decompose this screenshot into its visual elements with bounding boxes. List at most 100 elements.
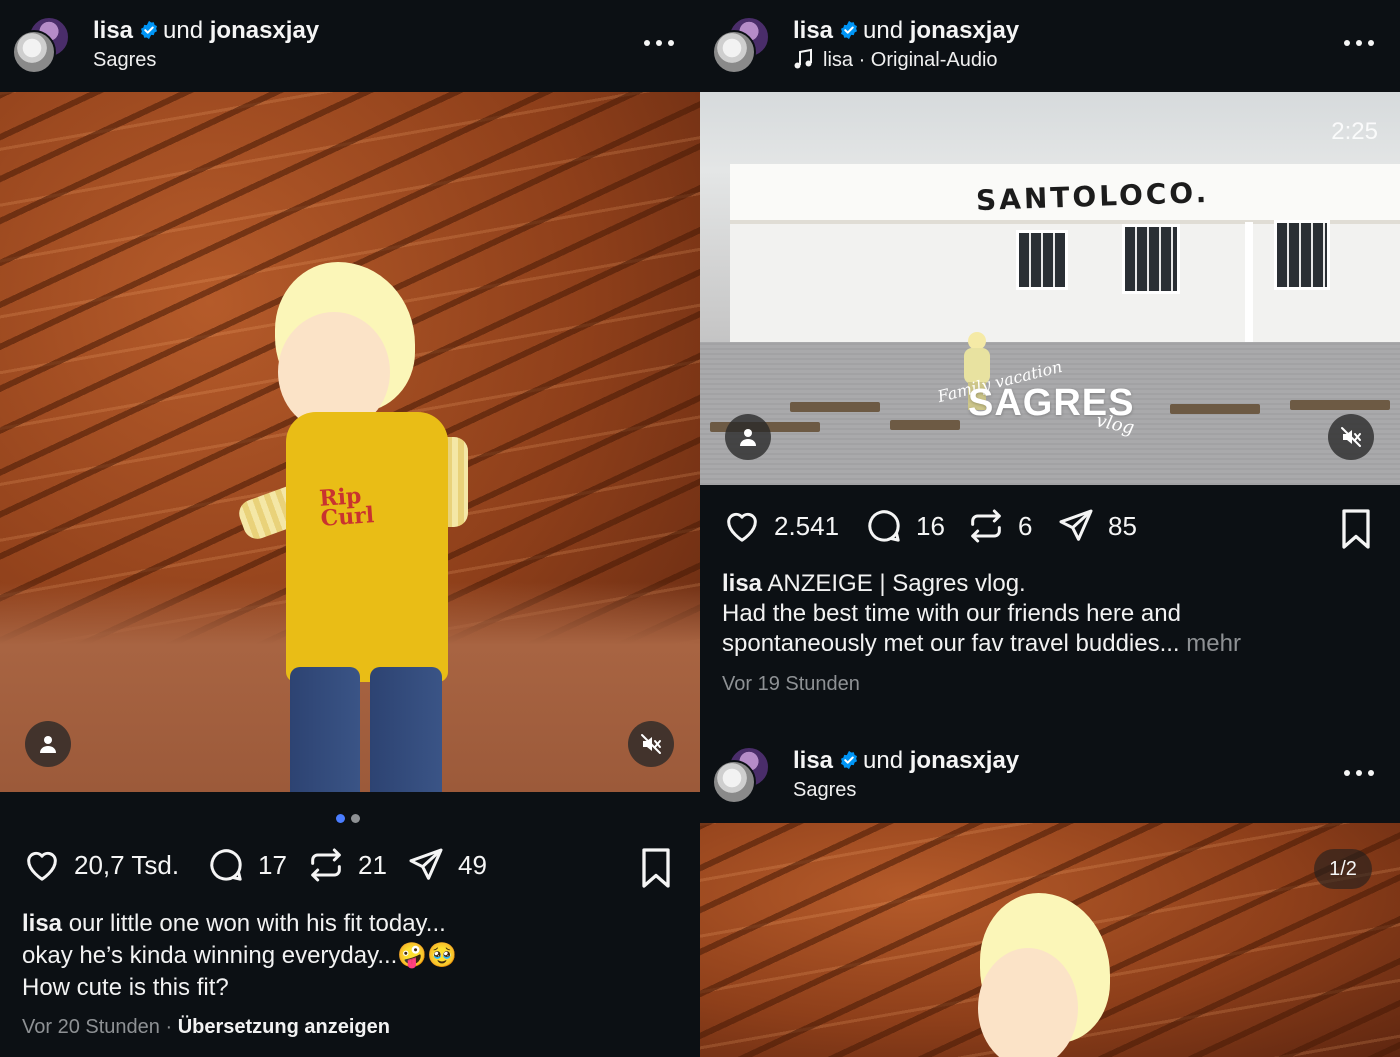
author-connector: und xyxy=(863,17,904,44)
comment-count: 16 xyxy=(916,511,945,541)
heart-icon xyxy=(27,851,57,881)
next-post-header: lisa und jonasxjay Sagres xyxy=(700,730,1400,822)
right-post: lisa und jonasxjay lisa · Original-Audio … xyxy=(700,0,1400,1057)
child-jeans-left xyxy=(290,667,360,792)
post-authors: lisa und jonasxjay xyxy=(793,16,1019,46)
carousel-dot xyxy=(351,814,360,823)
author-connector: und xyxy=(863,747,904,774)
carousel-dot-active xyxy=(336,814,345,823)
share-count: 85 xyxy=(1108,511,1137,541)
caption-line: How cute is this fit? xyxy=(22,974,229,1001)
like-button[interactable]: 20,7 Tsd. xyxy=(22,843,192,887)
more-dot-icon xyxy=(1368,40,1374,46)
share-count: 49 xyxy=(458,850,487,880)
mute-button[interactable] xyxy=(1328,414,1374,460)
author-username[interactable]: lisa xyxy=(793,747,833,774)
bookmark-icon xyxy=(1342,509,1370,549)
more-link[interactable]: mehr xyxy=(1186,630,1241,657)
audio-text: lisa · Original-Audio xyxy=(823,49,998,71)
shirt-logo: Rip Curl xyxy=(318,482,375,532)
action-bar: 2.541 16 6 85 xyxy=(722,504,1382,554)
music-note-icon xyxy=(794,48,812,69)
next-post-image[interactable]: 1/2 xyxy=(700,823,1400,1057)
tagged-people-button[interactable] xyxy=(25,721,71,767)
caption-username[interactable]: lisa xyxy=(722,570,762,597)
repost-button[interactable]: 21 xyxy=(306,843,396,887)
post-caption: lisa ANZEIGE | Sagres vlog. Had the best… xyxy=(722,569,1382,659)
comment-bubble-icon xyxy=(210,849,242,881)
author-connector: und xyxy=(163,17,204,44)
more-dot-icon xyxy=(1344,770,1350,776)
caption-line: ANZEIGE | Sagres vlog. xyxy=(767,570,1026,597)
audio-label[interactable]: lisa · Original-Audio xyxy=(793,47,998,73)
author-username[interactable]: lisa xyxy=(793,17,833,44)
child-figure xyxy=(970,893,1170,1057)
collaborator-username[interactable]: jonasxjay xyxy=(910,747,1019,774)
post-meta: Vor 20 Stunden · Übersetzung anzeigen xyxy=(22,1014,390,1040)
building-window xyxy=(1016,230,1068,290)
post-header: lisa und jonasxjay lisa · Original-Audio xyxy=(700,0,1400,92)
comment-bubble-icon xyxy=(868,510,900,542)
share-button[interactable]: 85 xyxy=(1056,504,1146,548)
collab-avatar[interactable] xyxy=(712,746,770,804)
like-count: 2.541 xyxy=(774,511,840,541)
repost-icon xyxy=(971,509,1001,543)
repost-button[interactable]: 6 xyxy=(966,504,1046,548)
repost-count: 6 xyxy=(1018,511,1033,541)
video-duration: 2:25 xyxy=(1331,118,1378,145)
more-options-button[interactable] xyxy=(1344,762,1374,782)
child-shirt xyxy=(286,412,448,682)
more-dot-icon xyxy=(656,40,662,46)
comment-count: 17 xyxy=(258,850,287,880)
more-dot-icon xyxy=(1356,40,1362,46)
collab-avatar[interactable] xyxy=(12,16,70,74)
bookmark-icon xyxy=(642,848,670,888)
child-face xyxy=(978,948,1078,1057)
collaborator-username[interactable]: jonasxjay xyxy=(210,17,319,44)
mute-button[interactable] xyxy=(628,721,674,767)
location-label[interactable]: Sagres xyxy=(793,777,856,803)
picnic-table xyxy=(1290,400,1390,410)
speaker-muted-icon xyxy=(1341,427,1361,447)
more-options-button[interactable] xyxy=(1344,32,1374,52)
avatar-author xyxy=(712,30,756,74)
post-header: lisa und jonasxjay Sagres xyxy=(0,0,700,92)
caption-line: our little one won with his fit today... xyxy=(68,910,446,937)
post-authors: lisa und jonasxjay xyxy=(793,746,1019,776)
repost-count: 21 xyxy=(358,850,387,880)
post-image[interactable]: Rip Curl xyxy=(0,92,700,792)
comment-button[interactable]: 17 xyxy=(206,843,296,887)
timestamp: Vor 20 Stunden xyxy=(22,1016,160,1038)
speaker-muted-icon xyxy=(641,734,661,754)
tagged-people-button[interactable] xyxy=(725,414,771,460)
caption-line: Had the best time with our friends here … xyxy=(722,600,1181,627)
post-video[interactable]: SANTOLOCO. 2:25 Family vacation SAGRES v… xyxy=(700,92,1400,485)
share-button[interactable]: 49 xyxy=(406,843,496,887)
collab-avatar[interactable] xyxy=(712,16,770,74)
person-icon xyxy=(40,736,56,753)
send-paper-plane-icon xyxy=(409,848,443,880)
more-dot-icon xyxy=(1344,40,1350,46)
umbrella-pole xyxy=(1245,222,1253,347)
more-options-button[interactable] xyxy=(644,32,674,52)
comment-button[interactable]: 16 xyxy=(864,504,954,548)
picnic-table xyxy=(890,420,960,430)
child-figure: Rip Curl xyxy=(200,262,500,792)
picnic-table xyxy=(790,402,880,412)
save-button[interactable] xyxy=(1338,508,1374,550)
like-count: 20,7 Tsd. xyxy=(74,850,180,880)
like-button[interactable]: 2.541 xyxy=(722,504,852,548)
building-window xyxy=(1122,224,1180,294)
translate-link[interactable]: Übersetzung anzeigen xyxy=(178,1016,390,1038)
author-username[interactable]: lisa xyxy=(93,17,133,44)
left-post: lisa und jonasxjay Sagres Rip Curl 20,7 … xyxy=(0,0,700,1057)
caption-username[interactable]: lisa xyxy=(22,910,62,937)
verified-badge-icon xyxy=(841,20,858,40)
location-label[interactable]: Sagres xyxy=(93,47,156,73)
more-dot-icon xyxy=(644,40,650,46)
collaborator-username[interactable]: jonasxjay xyxy=(910,17,1019,44)
save-button[interactable] xyxy=(638,847,674,889)
more-dot-icon xyxy=(668,40,674,46)
send-paper-plane-icon xyxy=(1059,509,1093,541)
action-bar: 20,7 Tsd. 17 21 49 xyxy=(22,843,682,893)
